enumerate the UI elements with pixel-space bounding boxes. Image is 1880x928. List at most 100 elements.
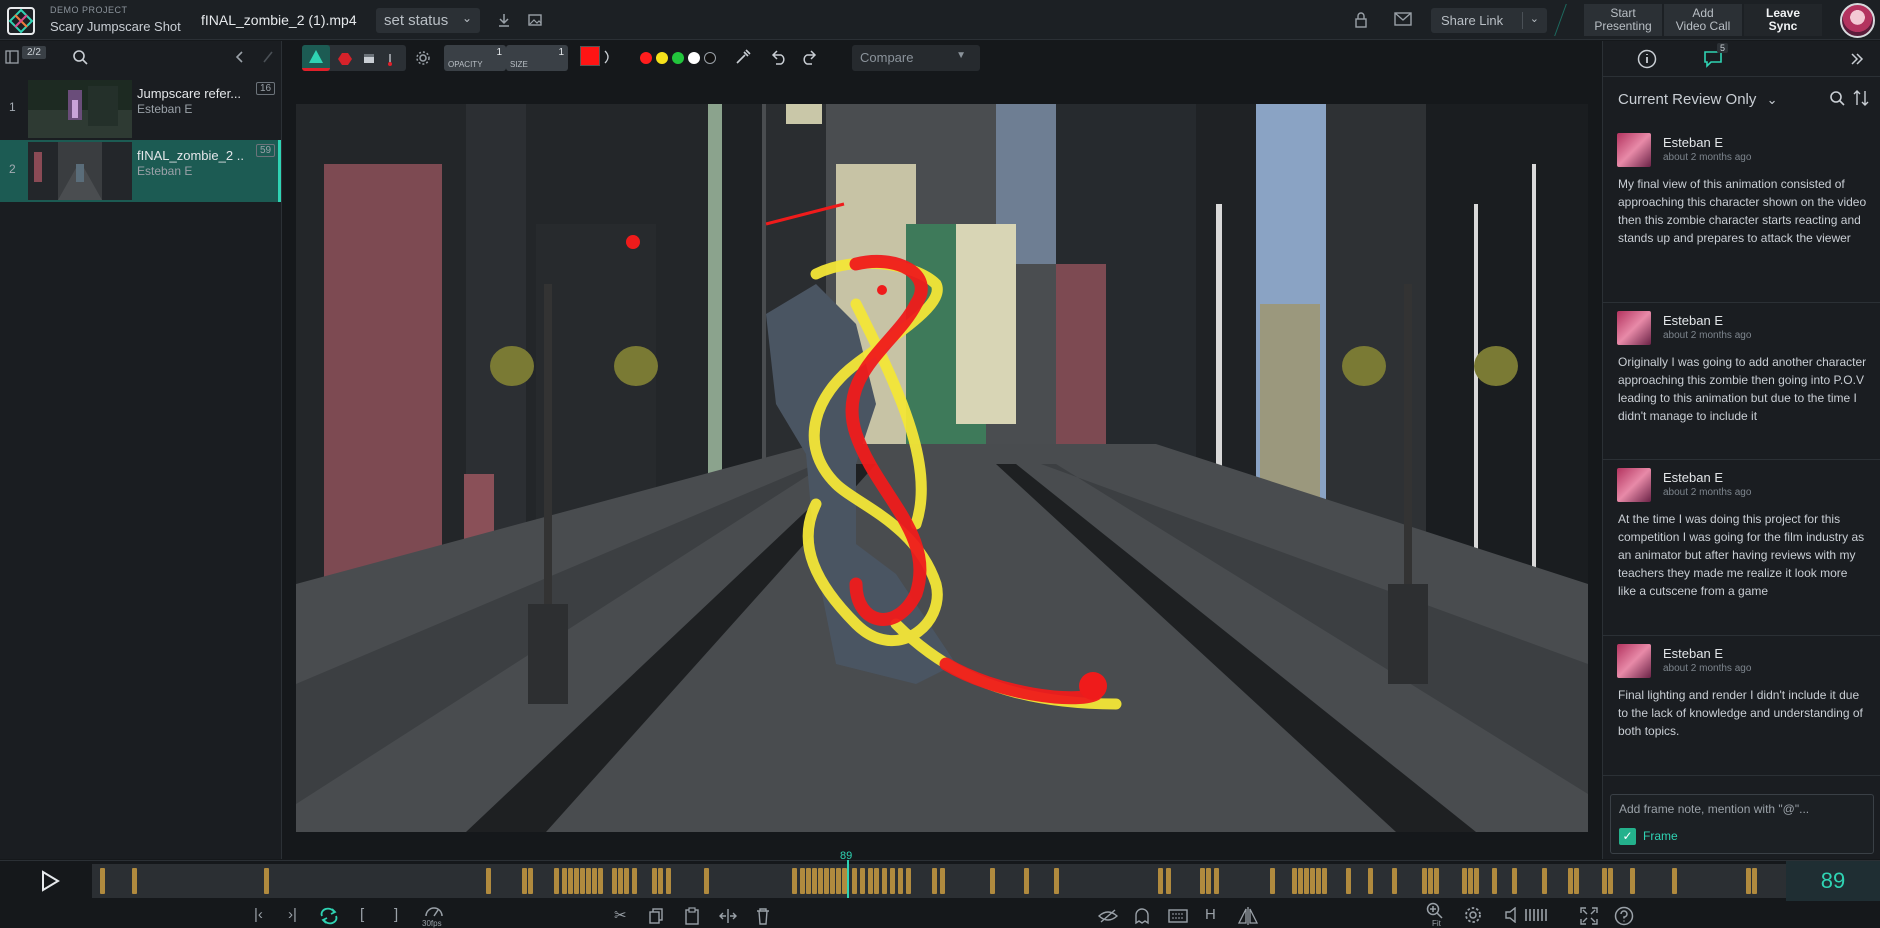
pen-tool-active[interactable] xyxy=(302,45,330,71)
comment-marker[interactable] xyxy=(818,868,823,894)
delete-icon[interactable] xyxy=(756,907,770,925)
comment-marker[interactable] xyxy=(830,868,835,894)
comment-marker[interactable] xyxy=(852,868,857,894)
comment-marker[interactable] xyxy=(132,868,137,894)
comment-marker[interactable] xyxy=(554,868,559,894)
comment-marker[interactable] xyxy=(824,868,829,894)
comment-marker[interactable] xyxy=(1054,868,1059,894)
search-icon[interactable] xyxy=(1829,90,1845,106)
comment-marker[interactable] xyxy=(618,868,623,894)
comment-marker[interactable] xyxy=(906,868,911,894)
set-status-dropdown[interactable]: set status ⌄ xyxy=(376,8,480,33)
comment-marker[interactable] xyxy=(598,868,603,894)
file-name[interactable]: fINAL_zombie_2 (1).mp4 xyxy=(201,12,357,28)
flip-icon[interactable] xyxy=(1238,907,1258,925)
compare-dropdown[interactable]: Compare ▼ xyxy=(852,45,980,71)
eyedropper-icon[interactable] xyxy=(735,49,751,65)
comment-marker[interactable] xyxy=(792,868,797,894)
paste-icon[interactable] xyxy=(684,907,700,925)
download-icon[interactable] xyxy=(496,12,512,28)
keyboard-icon[interactable] xyxy=(1168,909,1188,923)
comment-marker[interactable] xyxy=(898,868,903,894)
volume-icon[interactable] xyxy=(1504,907,1522,923)
comment-marker[interactable] xyxy=(806,868,811,894)
prev-frame-icon[interactable]: |‹ xyxy=(254,906,263,923)
pin-icon[interactable] xyxy=(384,53,396,67)
comment-marker[interactable] xyxy=(1024,868,1029,894)
comment-marker[interactable] xyxy=(812,868,817,894)
comment-marker[interactable] xyxy=(562,868,567,894)
comment-marker[interactable] xyxy=(1304,868,1309,894)
loop-icon[interactable] xyxy=(318,907,340,925)
volume-level[interactable] xyxy=(1524,907,1548,923)
hide-annotations-icon[interactable] xyxy=(1098,909,1118,923)
comment-marker[interactable] xyxy=(612,868,617,894)
comment-marker[interactable] xyxy=(990,868,995,894)
comment-marker[interactable] xyxy=(586,868,591,894)
review-filter-dropdown[interactable]: Current Review Only ⌄ xyxy=(1618,91,1777,108)
set-out-point-icon[interactable]: ] xyxy=(394,906,398,923)
hotkey-h-icon[interactable]: H xyxy=(1205,906,1216,923)
comment-marker[interactable] xyxy=(522,868,527,894)
comment-marker[interactable] xyxy=(1428,868,1433,894)
comment-marker[interactable] xyxy=(1316,868,1321,894)
comment-marker[interactable] xyxy=(666,868,671,894)
comment-marker[interactable] xyxy=(1474,868,1479,894)
next-icon[interactable] xyxy=(261,50,275,64)
comment-marker[interactable] xyxy=(1568,868,1573,894)
comment-marker[interactable] xyxy=(486,868,491,894)
add-video-call-button[interactable]: Add Video Call xyxy=(1664,4,1742,36)
comment-marker[interactable] xyxy=(1206,868,1211,894)
frame-note-input[interactable]: Add frame note, mention with "@"... ✓ Fr… xyxy=(1610,794,1874,854)
comment-marker[interactable] xyxy=(652,868,657,894)
gear-icon[interactable] xyxy=(415,50,431,66)
size-slider[interactable]: SIZE 1 xyxy=(506,45,568,71)
comment-marker[interactable] xyxy=(1292,868,1297,894)
comment-marker[interactable] xyxy=(624,868,629,894)
share-link-button[interactable]: Share Link ⌄ xyxy=(1431,8,1547,33)
comment-marker[interactable] xyxy=(1462,868,1467,894)
comment-marker[interactable] xyxy=(882,868,887,894)
comment-marker[interactable] xyxy=(1166,868,1171,894)
copy-icon[interactable] xyxy=(648,908,664,924)
timeline-track[interactable]: 89 xyxy=(92,850,1786,898)
user-avatar[interactable] xyxy=(1840,3,1875,38)
comment-marker[interactable] xyxy=(1214,868,1219,894)
comment-marker[interactable] xyxy=(1602,868,1607,894)
settings-icon[interactable] xyxy=(1464,906,1482,924)
comment-marker[interactable] xyxy=(1512,868,1517,894)
comment-marker[interactable] xyxy=(868,868,873,894)
opacity-slider[interactable]: OPACITY 1 xyxy=(444,45,506,71)
comment-marker[interactable] xyxy=(1542,868,1547,894)
redo-icon[interactable] xyxy=(800,49,818,65)
zoom-fit-icon[interactable] xyxy=(1426,902,1444,920)
comment-marker[interactable] xyxy=(1270,868,1275,894)
set-in-point-icon[interactable]: [ xyxy=(360,906,364,923)
email-icon[interactable] xyxy=(1394,12,1412,26)
comment-marker[interactable] xyxy=(1322,868,1327,894)
comment-marker[interactable] xyxy=(1574,868,1579,894)
comment-item[interactable]: Esteban E about 2 months ago My final vi… xyxy=(1603,125,1880,303)
previous-icon[interactable] xyxy=(233,50,247,64)
color-green[interactable] xyxy=(672,52,684,64)
comment-marker[interactable] xyxy=(890,868,895,894)
active-color-swatch[interactable] xyxy=(580,46,600,66)
comment-marker[interactable] xyxy=(528,868,533,894)
video-player[interactable] xyxy=(296,104,1588,832)
color-black[interactable] xyxy=(704,52,716,64)
comment-marker[interactable] xyxy=(574,868,579,894)
color-red[interactable] xyxy=(640,52,652,64)
comment-marker[interactable] xyxy=(704,868,709,894)
comment-marker[interactable] xyxy=(836,868,841,894)
current-frame-display[interactable]: 89 xyxy=(1786,861,1880,901)
comment-marker[interactable] xyxy=(1392,868,1397,894)
comment-marker[interactable] xyxy=(580,868,585,894)
comment-marker[interactable] xyxy=(1468,868,1473,894)
eraser-icon[interactable] xyxy=(362,51,376,65)
split-icon[interactable] xyxy=(718,909,738,923)
leave-sync-button[interactable]: Leave Sync xyxy=(1744,4,1822,36)
comment-marker[interactable] xyxy=(1630,868,1635,894)
comment-marker[interactable] xyxy=(800,868,805,894)
frame-checkbox[interactable]: ✓ xyxy=(1619,828,1636,845)
comment-marker[interactable] xyxy=(568,868,573,894)
